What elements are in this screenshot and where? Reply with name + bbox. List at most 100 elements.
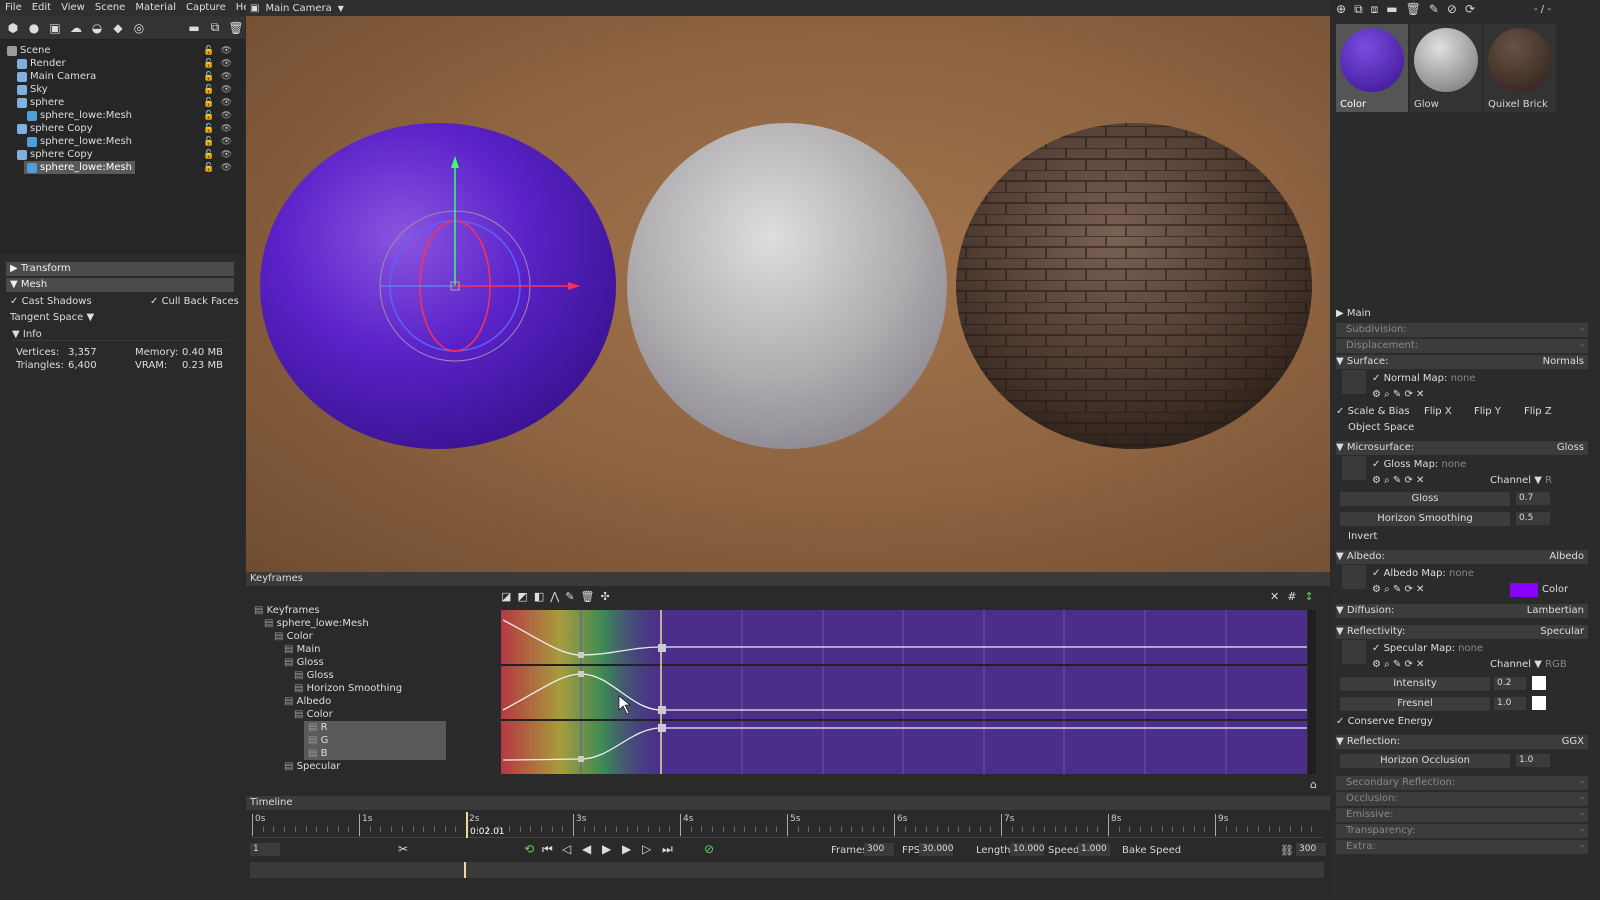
- normal-map-tools[interactable]: ⚙ ⌕ ✎ ⟳ ✕: [1372, 388, 1452, 402]
- lock-icon[interactable]: 🔓: [203, 72, 214, 82]
- invert-checkbox[interactable]: Invert: [1348, 530, 1548, 544]
- eye-icon[interactable]: 👁: [221, 46, 232, 56]
- key-delete-icon[interactable]: 🗑: [580, 590, 594, 603]
- specular-map-tools[interactable]: ⚙ ⌕ ✎ ⟳ ✕: [1372, 658, 1452, 672]
- lock-icon[interactable]: 🔓: [203, 46, 214, 56]
- lock-icon[interactable]: 🔓: [203, 163, 214, 173]
- menu-view[interactable]: View: [56, 0, 90, 16]
- horizon-occlusion-slider[interactable]: Horizon Occlusion: [1340, 754, 1510, 768]
- trash-icon[interactable]: 🗑: [1406, 2, 1421, 17]
- new-material-icon[interactable]: ⊕: [1336, 2, 1346, 17]
- albedo-map-thumb[interactable]: [1342, 565, 1366, 589]
- track-playhead[interactable]: [464, 862, 466, 878]
- reflection-row[interactable]: ▼ Reflection: GGX: [1336, 735, 1588, 749]
- select-icon[interactable]: ⊘: [1447, 2, 1457, 17]
- horizon-occlusion-field[interactable]: 1.0: [1516, 754, 1550, 767]
- prev-frame-icon[interactable]: ◀: [582, 842, 591, 856]
- first-frame-icon[interactable]: ⏮: [542, 842, 553, 857]
- 3d-viewport[interactable]: [246, 16, 1330, 572]
- key-linear-icon[interactable]: ◪: [501, 590, 511, 603]
- eye-icon[interactable]: 👁: [221, 124, 232, 134]
- playhead[interactable]: [466, 812, 468, 838]
- horizon-smoothing-field[interactable]: 0.5: [1516, 512, 1550, 525]
- key-snap-icon[interactable]: ✣: [600, 590, 609, 603]
- folder-icon[interactable]: ▬: [1386, 2, 1397, 17]
- chevron-down-icon[interactable]: ▼: [338, 4, 344, 13]
- loop-icon[interactable]: ⟲: [524, 842, 534, 856]
- frame-field[interactable]: 1: [250, 843, 280, 856]
- gloss-channel-dropdown[interactable]: Channel ▼ R: [1490, 474, 1580, 488]
- outliner-item[interactable]: sphere_lowe:Mesh 🔓 👁: [4, 161, 240, 174]
- fps-field[interactable]: 30.000: [919, 843, 954, 856]
- diffusion-row[interactable]: ▼ Diffusion: Lambertian: [1336, 604, 1588, 618]
- keyframe-tree-item[interactable]: ▤ Color: [294, 708, 333, 721]
- curve-editor[interactable]: [501, 610, 1307, 774]
- specular-channel-dropdown[interactable]: Channel ▼ RGB: [1490, 658, 1586, 672]
- key-step-icon[interactable]: ◧: [534, 590, 544, 603]
- keyframe-tree-item[interactable]: ▤ Gloss: [294, 669, 334, 682]
- outliner-item[interactable]: Render 🔓 👁: [4, 57, 240, 70]
- keyframe-tree-item[interactable]: ▤ Main: [284, 643, 321, 656]
- horizon-smoothing-slider[interactable]: Horizon Smoothing: [1340, 512, 1510, 526]
- outliner-item[interactable]: sphere_lowe:Mesh 🔓 👁: [4, 109, 240, 122]
- menu-capture[interactable]: Capture: [181, 0, 231, 16]
- emissive-row[interactable]: Emissive: -: [1336, 808, 1588, 822]
- next-key-icon[interactable]: ▷: [642, 842, 651, 856]
- keyframe-tree-item[interactable]: ▤ Albedo: [284, 695, 331, 708]
- conserve-energy-checkbox[interactable]: ✓ Conserve Energy: [1336, 715, 1588, 729]
- outliner-item[interactable]: Scene 🔓 👁: [4, 44, 240, 57]
- transform-section-header[interactable]: ▶ Transform: [6, 262, 234, 276]
- occlusion-row[interactable]: Occlusion: -: [1336, 792, 1588, 806]
- time-ruler[interactable]: 0s 1s 2s 3s 4s 5s 6s 7s 8s 9s: [252, 812, 1322, 838]
- picker-icon[interactable]: ✎: [1429, 2, 1439, 17]
- menu-scene[interactable]: Scene: [90, 0, 131, 16]
- curve-scrollbar[interactable]: [1308, 610, 1316, 774]
- eye-icon[interactable]: 👁: [221, 137, 232, 147]
- mesh-section-header[interactable]: ▼ Mesh: [6, 278, 234, 292]
- cull-back-faces-checkbox[interactable]: ✓ Cull Back Faces: [150, 296, 239, 307]
- eye-icon[interactable]: 👁: [221, 150, 232, 160]
- frames-field[interactable]: 300: [864, 843, 894, 856]
- lock-icon[interactable]: 🔓: [203, 137, 214, 147]
- flip-y-checkbox[interactable]: Flip Y: [1474, 405, 1524, 419]
- assign-material-icon[interactable]: ⧈: [1371, 2, 1379, 17]
- transparency-row[interactable]: Transparency: -: [1336, 824, 1588, 838]
- keyframe-tree-item[interactable]: ▤ Specular: [284, 760, 340, 773]
- length-field[interactable]: 10.000: [1010, 843, 1045, 856]
- material-page[interactable]: - / -: [1534, 4, 1551, 15]
- eye-icon[interactable]: 👁: [221, 111, 232, 121]
- key-smooth-icon[interactable]: ◩: [517, 590, 527, 603]
- add-audio-icon[interactable]: ◆: [109, 19, 127, 37]
- home-icon[interactable]: ⌂: [1310, 778, 1317, 791]
- eye-icon[interactable]: 👁: [221, 163, 232, 173]
- albedo-color-swatch[interactable]: [1510, 583, 1538, 597]
- add-light-icon[interactable]: ●: [25, 19, 43, 37]
- flip-x-checkbox[interactable]: Flip X: [1424, 405, 1474, 419]
- keyframe-tree-item[interactable]: ▤ Keyframes: [254, 604, 320, 617]
- lock-icon[interactable]: 🔓: [203, 150, 214, 160]
- tangent-space-dropdown[interactable]: Tangent Space ▼: [10, 312, 94, 323]
- speed-field[interactable]: 1.000: [1078, 843, 1110, 856]
- lock-icon[interactable]: 🔓: [203, 124, 214, 134]
- play-icon[interactable]: ▶: [602, 842, 611, 856]
- gray-sphere[interactable]: [627, 123, 947, 449]
- gloss-map-tools[interactable]: ⚙ ⌕ ✎ ⟳ ✕: [1372, 474, 1452, 488]
- folder-icon[interactable]: ▬: [185, 19, 203, 37]
- grid-icon[interactable]: #: [1287, 590, 1296, 603]
- fit-vertical-icon[interactable]: ↕: [1304, 590, 1313, 603]
- info-section-header[interactable]: ▼ Info: [12, 329, 230, 341]
- subdivision-row[interactable]: Subdivision: -: [1336, 323, 1588, 337]
- lock-icon[interactable]: 🔓: [203, 85, 214, 95]
- gloss-field[interactable]: 0.7: [1516, 492, 1550, 505]
- camera-select[interactable]: Main Camera: [265, 3, 331, 14]
- add-camera-icon[interactable]: ▣: [46, 19, 64, 37]
- outliner-item[interactable]: sphere 🔓 👁: [4, 96, 240, 109]
- extra-row[interactable]: Extra: -: [1336, 840, 1588, 854]
- eye-icon[interactable]: 👁: [221, 72, 232, 82]
- reflectivity-row[interactable]: ▼ Reflectivity: Specular: [1336, 625, 1588, 639]
- keyframe-tree-item[interactable]: ▤ Color: [274, 630, 313, 643]
- shuffle-icon[interactable]: ✕: [1270, 590, 1279, 603]
- keyframe-tree-item[interactable]: ▤ G: [304, 734, 446, 747]
- albedo-row[interactable]: ▼ Albedo: Albedo: [1336, 550, 1588, 564]
- bake-speed-button[interactable]: Bake Speed: [1122, 845, 1181, 856]
